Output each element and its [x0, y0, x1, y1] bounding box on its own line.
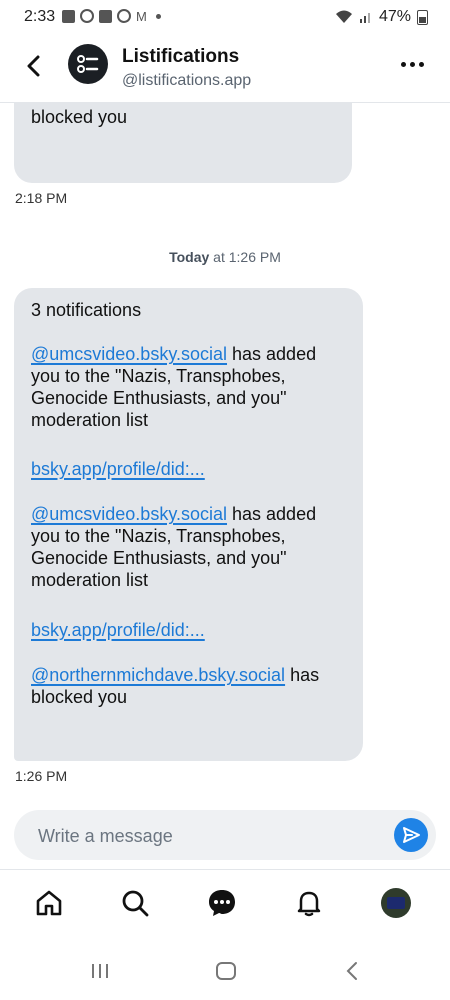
signal-icon: [359, 13, 370, 23]
nav-chat[interactable]: [205, 886, 239, 920]
battery-percent: 47%: [378, 8, 411, 25]
profile-link[interactable]: bsky.app/profile/did:...: [31, 459, 205, 479]
send-button[interactable]: [394, 818, 428, 852]
notification-count: 3 notifications: [31, 300, 142, 320]
message-timestamp: 2:18 PM: [15, 190, 68, 206]
back-chevron-icon: [346, 962, 357, 980]
nav-home[interactable]: [32, 886, 66, 920]
notification-item: @northernmichdave.bsky.social has blocke…: [31, 664, 351, 708]
profile-avatar: [381, 888, 411, 918]
handle-link[interactable]: @northernmichdave.bsky.social: [31, 665, 285, 685]
notification-text: moderation list: [31, 410, 149, 430]
more-dot: [401, 62, 406, 67]
message-bubble: 3 notifications @umcsvideo.bsky.social h…: [14, 288, 363, 761]
notification-text: has added: [227, 344, 317, 364]
nav-search[interactable]: [118, 886, 152, 920]
recent-apps-icon: [92, 964, 108, 978]
listifications-avatar[interactable]: [68, 44, 108, 84]
date-divider: Today at 1:26 PM: [0, 249, 450, 265]
news-icon: [99, 9, 112, 23]
home-square-icon: [216, 962, 236, 980]
notification-icons: M: [62, 9, 161, 23]
message-input[interactable]: [36, 810, 380, 862]
chevron-left-icon: [27, 55, 40, 77]
notification-text: Genocide Enthusiasts, and you": [31, 388, 287, 408]
home-icon: [36, 890, 62, 916]
notification-text: Genocide Enthusiasts, and you": [31, 548, 287, 568]
status-right: 47%: [335, 8, 428, 26]
notification-text: has: [285, 665, 320, 685]
notification-text: you to the "Nazis, Transphobes,: [31, 526, 286, 546]
handle-link[interactable]: @umcsvideo.bsky.social: [31, 344, 227, 364]
bottom-nav: [0, 869, 450, 942]
notification-item: @umcsvideo.bsky.social has added you to …: [31, 503, 351, 591]
more-options-button[interactable]: [401, 62, 424, 67]
send-icon: [403, 827, 420, 843]
list-logo-icon: [77, 55, 99, 73]
system-nav-bar: [0, 942, 450, 1000]
message-bubble: blocked you: [14, 103, 352, 183]
chat-title: Listifications: [122, 46, 240, 67]
wifi-icon: [335, 10, 352, 23]
divider-day: Today: [169, 249, 210, 265]
chat-header: Listifications @listifications.app: [0, 34, 450, 103]
weather-icon: [80, 9, 94, 23]
more-dot: [410, 62, 415, 67]
app-notification-icon: [62, 9, 75, 23]
chat-handle: @listifications.app: [122, 72, 252, 89]
message-timestamp: 1:26 PM: [15, 768, 68, 784]
battery-icon: [417, 9, 428, 25]
notification-text: has added: [227, 504, 317, 524]
mail-icon: M: [136, 8, 147, 24]
more-notifications-dot: [155, 13, 161, 19]
message-list[interactable]: blocked you 2:18 PM Today at 1:26 PM 3 n…: [0, 103, 450, 803]
status-time: 2:33: [24, 8, 56, 25]
back-system-button[interactable]: [340, 960, 364, 982]
home-system-button[interactable]: [214, 960, 238, 982]
profile-link[interactable]: bsky.app/profile/did:...: [31, 620, 205, 640]
notification-text: moderation list: [31, 570, 149, 590]
sync-icon: [117, 9, 131, 23]
back-button[interactable]: [20, 52, 48, 80]
more-dot: [419, 62, 424, 67]
nav-profile[interactable]: [379, 886, 413, 920]
message-text: blocked you: [31, 107, 128, 127]
nav-notifications[interactable]: [292, 886, 326, 920]
notification-item: @umcsvideo.bsky.social has added you to …: [31, 343, 351, 431]
notification-text: blocked you: [31, 687, 128, 707]
handle-link[interactable]: @umcsvideo.bsky.social: [31, 504, 227, 524]
status-bar: 2:33 M 47%: [0, 0, 450, 34]
bell-icon: [297, 891, 321, 917]
profile-link-row: bsky.app/profile/did:...: [31, 458, 351, 480]
recent-apps-button[interactable]: [88, 960, 112, 982]
search-icon: [122, 890, 149, 917]
divider-time: at 1:26 PM: [209, 249, 281, 265]
chat-bubble-icon: [209, 890, 235, 916]
message-composer: [14, 810, 436, 862]
notification-text: you to the "Nazis, Transphobes,: [31, 366, 286, 386]
profile-link-row: bsky.app/profile/did:...: [31, 619, 351, 641]
